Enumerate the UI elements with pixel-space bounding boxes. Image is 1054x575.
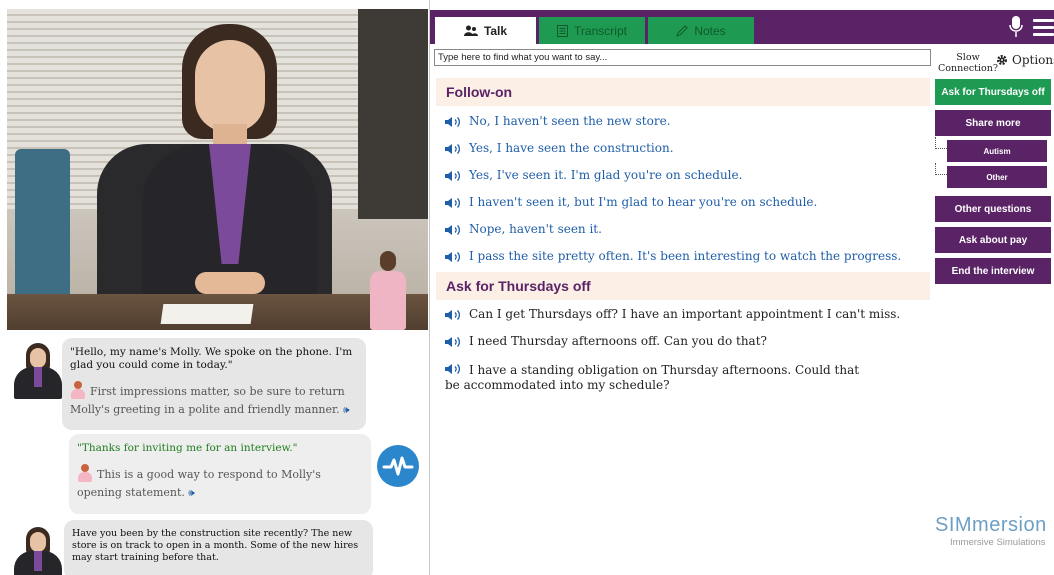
gear-icon (997, 55, 1007, 65)
tab-transcript[interactable]: Transcript (539, 17, 645, 44)
slow-connection-line1: Slow (956, 52, 980, 63)
response-option[interactable]: I need Thursday afternoons off. Can you … (445, 334, 925, 349)
response-option-text: Can I get Thursdays off? I have an impor… (469, 307, 901, 321)
slow-connection-link[interactable]: Slow Connection? (938, 52, 998, 74)
response-option-text: I pass the site pretty often. It's been … (469, 249, 902, 263)
tab-talk[interactable]: Talk (435, 17, 536, 44)
tree-connector (935, 137, 947, 149)
tab-talk-label: Talk (483, 23, 508, 38)
tree-connector (935, 163, 947, 175)
simmersion-logo: SIMmersion Immersive Simulations (935, 514, 1054, 558)
section-header-follow-on: Follow-on (436, 78, 930, 106)
coach-hint: First impressions matter, so be sure to … (70, 381, 358, 420)
coach-hint: This is a good way to respond to Molly's… (77, 464, 363, 503)
ask-about-pay-button[interactable]: Ask about pay (935, 227, 1051, 253)
response-option[interactable]: I have a standing obligation on Thursday… (445, 361, 865, 393)
volume-icon[interactable] (445, 224, 463, 236)
speaker-icon[interactable]: 🕪 (188, 488, 194, 499)
response-option-text: I have a standing obligation on Thursday… (445, 361, 865, 393)
other-questions-button[interactable]: Other questions (935, 196, 1051, 222)
other-button[interactable]: Other (947, 166, 1047, 188)
volume-icon[interactable] (445, 309, 463, 321)
response-option[interactable]: I haven't seen it, but I'm glad to hear … (445, 195, 925, 210)
response-option-text: Nope, haven't seen it. (469, 222, 602, 236)
dark-wall (358, 9, 428, 219)
tab-notes-label: Notes (694, 23, 726, 38)
logo-main-text: SIMmersion (935, 514, 1047, 536)
tab-notes[interactable]: Notes (648, 17, 754, 44)
coach-avatar[interactable] (367, 249, 409, 330)
pulse-icon[interactable] (377, 445, 419, 487)
molly-message-text: "Hello, my name's Molly. We spoke on the… (70, 346, 353, 371)
molly-avatar-icon (12, 527, 64, 575)
molly-message: "Hello, my name's Molly. We spoke on the… (62, 338, 366, 430)
logo-sub-text: Immersive Simulations (950, 537, 1046, 548)
search-input[interactable] (434, 49, 931, 66)
interviewer-avatar (117, 24, 342, 314)
response-option[interactable]: No, I haven't seen the new store. (445, 114, 925, 129)
options-label: Options (1012, 53, 1054, 67)
response-option[interactable]: Yes, I've seen it. I'm glad you're on sc… (445, 168, 925, 183)
autism-button[interactable]: Autism (947, 140, 1047, 162)
tab-transcript-label: Transcript (574, 23, 627, 38)
volume-icon[interactable] (445, 143, 463, 155)
pencil-icon (676, 24, 689, 37)
response-option[interactable]: Yes, I have seen the construction. (445, 141, 925, 156)
volume-icon[interactable] (445, 170, 463, 182)
desk-paper (160, 304, 254, 324)
response-option[interactable]: I pass the site pretty often. It's been … (445, 249, 925, 264)
end-interview-button[interactable]: End the interview (935, 258, 1051, 284)
document-icon (557, 24, 569, 37)
volume-icon[interactable] (445, 336, 463, 348)
left-pane: "Hello, my name's Molly. We spoke on the… (0, 0, 430, 575)
response-option-text: Yes, I've seen it. I'm glad you're on sc… (469, 168, 743, 182)
response-option-text: Yes, I have seen the construction. (469, 141, 674, 155)
users-icon (463, 25, 478, 36)
response-option[interactable]: Can I get Thursdays off? I have an impor… (445, 307, 925, 322)
volume-icon[interactable] (445, 197, 463, 209)
right-pane: Talk Transcript Notes Slow Connection? O… (430, 0, 1054, 575)
ask-thursdays-button[interactable]: Ask for Thursdays off (935, 79, 1051, 105)
top-bar: Talk Transcript Notes (430, 10, 1054, 44)
coach-hint-text: This is a good way to respond to Molly's… (77, 468, 321, 499)
molly-avatar-icon (12, 343, 64, 399)
volume-icon[interactable] (445, 251, 463, 263)
response-option-text: No, I haven't seen the new store. (469, 114, 671, 128)
user-message: "Thanks for inviting me for an interview… (69, 434, 371, 514)
chat-log[interactable]: "Hello, my name's Molly. We spoke on the… (0, 332, 430, 575)
video-feed (7, 9, 428, 330)
options-button[interactable]: Options (996, 53, 1054, 67)
volume-icon[interactable] (445, 363, 463, 375)
response-option-text-inner: I have a standing obligation on Thursday… (445, 363, 860, 392)
coach-icon (70, 381, 86, 399)
response-option[interactable]: Nope, haven't seen it. (445, 222, 925, 237)
section-header-ask-thursdays: Ask for Thursdays off (436, 272, 930, 300)
menu-icon[interactable] (1033, 19, 1054, 36)
molly-message-text: Have you been by the construction site r… (72, 528, 359, 563)
user-message-text: "Thanks for inviting me for an interview… (77, 442, 298, 454)
share-more-button[interactable]: Share more (935, 110, 1051, 136)
slow-connection-line2: Connection? (938, 63, 998, 74)
coach-hint-text: First impressions matter, so be sure to … (70, 385, 345, 416)
response-option-text: I need Thursday afternoons off. Can you … (469, 334, 767, 348)
volume-icon[interactable] (445, 116, 463, 128)
molly-message: Have you been by the construction site r… (64, 520, 373, 575)
speaker-icon[interactable]: 🕪 (343, 405, 349, 416)
microphone-icon[interactable] (1009, 16, 1023, 38)
coach-icon (77, 464, 93, 482)
response-option-text: I haven't seen it, but I'm glad to hear … (469, 195, 818, 209)
